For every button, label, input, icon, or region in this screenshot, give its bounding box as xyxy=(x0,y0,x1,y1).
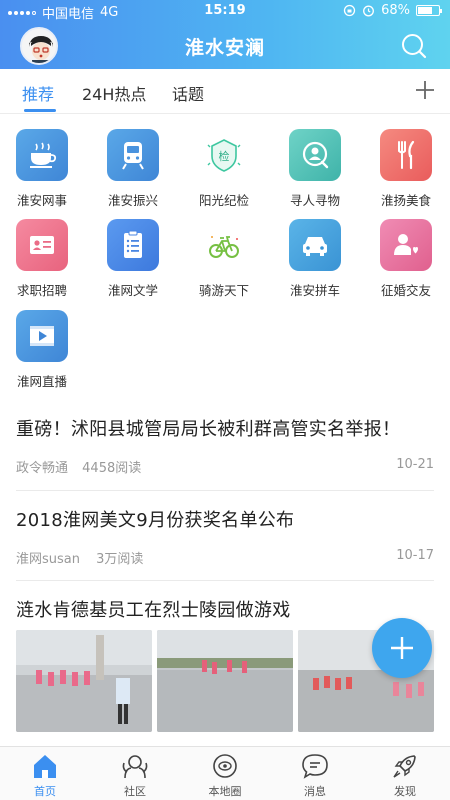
bottom-tab-label: 社区 xyxy=(124,785,146,798)
news-meta: 淮网susan 3万阅读 10-17 xyxy=(16,548,434,567)
news-item[interactable]: 重磅！沭阳县城管局局长被利群高管实名举报！ 政令畅通 4458阅读 10-21 xyxy=(16,415,434,476)
grid-item-label: 征婚交友 xyxy=(380,283,431,298)
grid-item-cycling[interactable]: 骑游天下 xyxy=(182,219,272,309)
local-circle-icon xyxy=(213,754,237,778)
message-icon xyxy=(302,754,328,779)
grid-item-literature[interactable]: 淮网文学 xyxy=(91,219,181,309)
app-header: 中国电信 4G 15:19 68% 淮水安澜 xyxy=(0,0,450,69)
news-source: 政令畅通 xyxy=(16,461,69,476)
news-photo[interactable] xyxy=(157,630,293,732)
grid-item-dating[interactable]: 征婚交友 xyxy=(364,219,450,309)
grid-item-lost-found[interactable]: 寻人寻物 xyxy=(273,129,363,219)
bottom-tab-home[interactable]: 首页 xyxy=(0,751,90,799)
grid-item-label: 寻人寻物 xyxy=(289,193,340,208)
create-post-button[interactable] xyxy=(372,618,432,678)
add-tab-icon[interactable] xyxy=(414,79,436,101)
tab-topics[interactable]: 话题 xyxy=(172,81,204,105)
document-list-icon xyxy=(124,230,142,258)
battery-percent: 68% xyxy=(381,3,410,18)
plus-icon xyxy=(391,637,413,659)
bottom-tab-label: 发现 xyxy=(394,785,416,798)
bottom-tab-local-circle[interactable]: 本地圈 xyxy=(180,751,270,799)
status-bar: 中国电信 4G 15:19 68% xyxy=(0,0,450,22)
news-source: 淮网susan xyxy=(16,552,80,567)
grid-item-label: 骑游天下 xyxy=(198,283,249,298)
id-card-icon xyxy=(30,236,54,254)
battery-icon xyxy=(416,5,442,16)
news-title[interactable]: 2018淮网美文9月份获奖名单公布 xyxy=(16,506,434,532)
news-read-count: 3万阅读 xyxy=(96,552,144,567)
video-play-icon xyxy=(30,326,54,346)
grid-item-live-stream[interactable]: 淮网直播 xyxy=(0,310,90,400)
bottom-tab-label: 本地圈 xyxy=(208,785,242,798)
svg-text:检: 检 xyxy=(219,149,230,163)
bottom-tab-messages[interactable]: 消息 xyxy=(270,751,360,799)
news-item[interactable]: 涟水肯德基员工在烈士陵园做游戏 xyxy=(16,596,434,622)
news-photo-image xyxy=(16,630,152,732)
rocket-icon xyxy=(393,755,416,778)
grid-item-label: 求职招聘 xyxy=(16,283,67,298)
divider xyxy=(16,490,434,491)
person-search-icon xyxy=(302,141,329,169)
news-title[interactable]: 涟水肯德基员工在烈士陵园做游戏 xyxy=(16,596,434,622)
news-read-count: 4458阅读 xyxy=(82,461,142,476)
divider xyxy=(16,580,434,581)
bottom-tab-discover[interactable]: 发现 xyxy=(360,751,450,799)
bottom-tab-community[interactable]: 社区 xyxy=(90,751,180,799)
grid-item-huaian-news[interactable]: 淮安网事 xyxy=(0,129,90,219)
grid-item-label: 阳光纪检 xyxy=(198,193,249,208)
grid-item-huaian-revitalize[interactable]: 淮安振兴 xyxy=(91,129,181,219)
coffee-icon xyxy=(30,142,57,168)
grid-item-label: 淮网文学 xyxy=(107,283,158,298)
home-icon xyxy=(34,755,56,778)
active-tab-indicator xyxy=(24,109,56,112)
bottom-tab-label: 首页 xyxy=(34,785,56,798)
grid-item-label: 淮网直播 xyxy=(16,374,67,389)
heart-person-icon xyxy=(394,234,418,255)
grid-item-label: 淮安振兴 xyxy=(107,193,158,208)
train-icon xyxy=(122,142,144,170)
alarm-icon xyxy=(363,5,375,17)
grid-item-label: 淮安网事 xyxy=(16,193,67,208)
news-item[interactable]: 2018淮网美文9月份获奖名单公布 淮网susan 3万阅读 10-17 xyxy=(16,506,434,567)
news-photo-image xyxy=(157,630,293,732)
nav-bar: 淮水安澜 xyxy=(0,22,450,69)
bicycle-icon xyxy=(209,236,239,258)
category-tabs: 推荐 24H热点 话题 xyxy=(0,69,450,114)
grid-item-label: 淮扬美食 xyxy=(380,193,431,208)
grid-item-huaiyang-food[interactable]: 淮扬美食 xyxy=(364,129,450,219)
bottom-tab-bar: 首页 社区 本地圈 消息 发现 xyxy=(0,746,450,800)
tab-recommend[interactable]: 推荐 xyxy=(22,81,54,105)
inspection-badge-icon: 检 xyxy=(207,139,241,172)
news-date: 10-17 xyxy=(396,548,434,563)
news-meta: 政令畅通 4458阅读 10-21 xyxy=(16,457,434,476)
search-icon[interactable] xyxy=(400,32,428,60)
fork-knife-icon xyxy=(398,140,415,170)
grid-item-jobs[interactable]: 求职招聘 xyxy=(0,219,90,309)
grid-item-label: 淮安拼车 xyxy=(289,283,340,298)
app-title: 淮水安澜 xyxy=(184,37,265,59)
news-title[interactable]: 重磅！沭阳县城管局局长被利群高管实名举报！ xyxy=(16,415,434,441)
orientation-lock-icon xyxy=(343,4,356,17)
news-photo[interactable] xyxy=(16,630,152,732)
grid-item-sunshine-inspection[interactable]: 检 阳光纪检 xyxy=(182,129,272,219)
news-date: 10-21 xyxy=(396,457,434,472)
bottom-tab-label: 消息 xyxy=(304,785,326,798)
community-icon xyxy=(122,755,148,779)
grid-item-carpool[interactable]: 淮安拼车 xyxy=(273,219,363,309)
tab-24h-hot[interactable]: 24H热点 xyxy=(82,81,146,105)
car-icon xyxy=(303,237,327,256)
